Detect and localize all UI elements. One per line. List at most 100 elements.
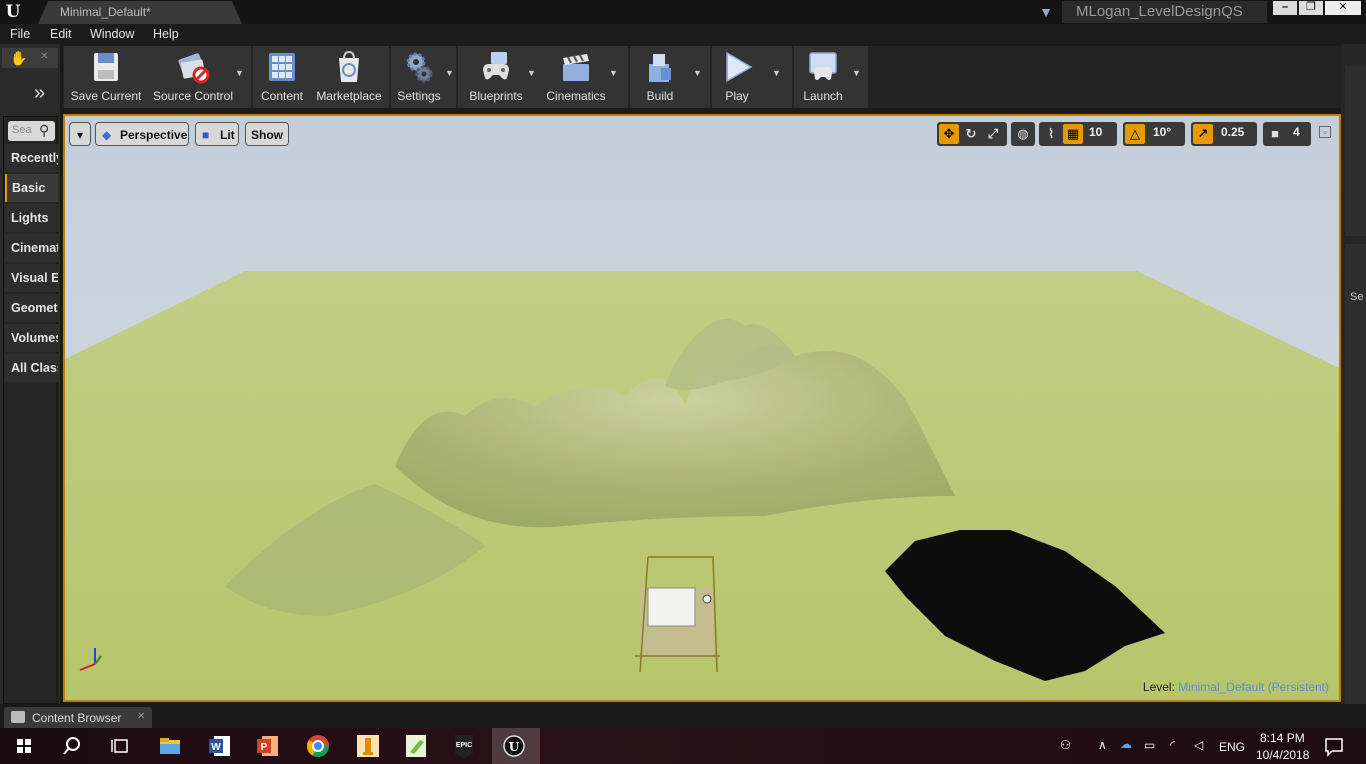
viewport-menu-button[interactable]: ▾ [69, 122, 91, 146]
grid-snap-icon[interactable]: ▦ [1063, 124, 1083, 144]
modes-tab[interactable]: ✋ ✕ [2, 48, 58, 68]
search-input[interactable]: Sea ⚲ [8, 121, 55, 141]
gamepad-icon [483, 52, 509, 80]
translate-icon[interactable]: ✥ [939, 124, 959, 144]
unreal-engine-taskbar-icon[interactable]: U [492, 728, 540, 764]
expand-chevron-icon[interactable]: » [34, 82, 45, 105]
world-outliner-panel[interactable] [1345, 66, 1366, 236]
surface-snap-icon[interactable]: ⌇ [1041, 124, 1061, 144]
blueprints-button[interactable]: Blueprints [460, 46, 532, 108]
blueprints-dropdown-icon[interactable]: ▼ [527, 68, 536, 78]
play-button[interactable]: Play [712, 46, 762, 108]
content-browser-label: Content Browser [32, 711, 122, 725]
source-control-button[interactable]: Source Control [148, 46, 238, 108]
category-recently-placed[interactable]: Recently [5, 144, 58, 172]
rotate-icon[interactable]: ↻ [961, 124, 981, 144]
graduation-cap-icon: ▼ [1039, 4, 1053, 20]
save-current-button[interactable]: Save Current [66, 46, 146, 108]
file-explorer-icon[interactable] [156, 732, 184, 760]
powerpoint-icon[interactable]: P [254, 732, 282, 760]
lit-button[interactable]: ■ Lit [195, 122, 239, 146]
category-visual-effects[interactable]: Visual Ef [5, 264, 58, 292]
details-panel[interactable] [1345, 244, 1366, 704]
camera-speed-control[interactable]: ■ 4 [1263, 122, 1311, 146]
epic-games-icon[interactable]: EPIC [450, 732, 478, 760]
task-view-icon[interactable] [106, 732, 134, 760]
level-viewport[interactable]: ▾ ◆ Perspective ■ Lit Show ✥ ↻ ⤢ ◍ ⌇ ▦ 1… [63, 114, 1341, 702]
toolbar-group-content: Content Marketplace [253, 46, 389, 108]
scale-icon[interactable]: ⤢ [983, 124, 1003, 144]
close-icon[interactable]: ✕ [137, 711, 145, 722]
maximize-viewport-icon[interactable]: ▫ [1319, 126, 1331, 138]
build-button[interactable]: Build [630, 46, 690, 108]
close-icon[interactable]: ✕ [40, 51, 48, 62]
search-icon[interactable]: ⚲ [39, 122, 49, 139]
category-all-classes[interactable]: All Class [5, 354, 58, 382]
globe-icon: ◍ [1017, 126, 1029, 141]
windows-start-icon[interactable] [10, 732, 38, 760]
svg-text:EPIC: EPIC [456, 742, 472, 749]
content-button[interactable]: Content [255, 46, 309, 108]
show-button[interactable]: Show [245, 122, 289, 146]
rotation-snap-value: 10° [1153, 125, 1172, 139]
wifi-icon[interactable]: ◜ [1170, 738, 1175, 752]
minimize-button[interactable]: – [1273, 1, 1297, 15]
source-control-label: Source Control [152, 89, 234, 103]
document-tab[interactable]: Minimal_Default* [38, 1, 242, 24]
perspective-button[interactable]: ◆ Perspective [95, 122, 189, 146]
svg-text:P: P [261, 742, 268, 753]
menu-window[interactable]: Window [90, 27, 134, 41]
category-basic[interactable]: Basic [5, 174, 58, 202]
save-current-label: Save Current [70, 89, 142, 103]
title-bar: U Minimal_Default* ▼ MLogan_LevelDesignQ… [0, 0, 1366, 24]
clock-time[interactable]: 8:14 PM [1260, 731, 1305, 745]
launch-button[interactable]: Launch [794, 46, 852, 108]
category-geometry[interactable]: Geomet [5, 294, 58, 322]
maximize-button[interactable]: ❐ [1299, 1, 1323, 15]
people-icon[interactable]: ⚇ [1060, 738, 1071, 752]
onedrive-icon[interactable]: ☁ [1120, 737, 1132, 751]
menu-edit[interactable]: Edit [50, 27, 72, 41]
svg-text:W: W [211, 742, 221, 753]
instructor-app-icon[interactable] [354, 732, 382, 760]
clock-date[interactable]: 10/4/2018 [1256, 748, 1309, 762]
rotation-snap-icon[interactable]: △ [1125, 124, 1145, 144]
chrome-icon[interactable] [304, 732, 332, 760]
cinematics-dropdown-icon[interactable]: ▼ [609, 68, 618, 78]
marketplace-button[interactable]: Marketplace [311, 46, 387, 108]
settings-dropdown-icon[interactable]: ▼ [445, 68, 454, 78]
scale-snap-control[interactable]: ↗ 0.25 [1191, 122, 1257, 146]
search-icon[interactable] [58, 732, 86, 760]
volume-icon[interactable]: ◁ [1194, 738, 1203, 752]
launch-monitor-icon [809, 52, 837, 80]
build-dropdown-icon[interactable]: ▼ [693, 68, 702, 78]
cinematics-button[interactable]: Cinematics [542, 46, 610, 108]
save-icon [94, 53, 118, 81]
menu-help[interactable]: Help [153, 27, 179, 41]
source-control-dropdown-icon[interactable]: ▼ [235, 68, 244, 78]
category-lights[interactable]: Lights [5, 204, 58, 232]
settings-button[interactable]: Settings [391, 46, 447, 108]
word-icon[interactable]: W [206, 732, 234, 760]
scale-snap-icon[interactable]: ↗ [1193, 124, 1213, 144]
scale-snap-value: 0.25 [1221, 125, 1245, 139]
close-button[interactable]: ✕ [1325, 1, 1361, 15]
play-label: Play [725, 89, 749, 103]
rotation-snap-control[interactable]: △ 10° [1123, 122, 1185, 146]
language-indicator[interactable]: ENG [1219, 740, 1245, 754]
toolbar-group-blueprints: Blueprints ▼ Cinematics ▼ [458, 46, 628, 108]
category-cinematic[interactable]: Cinemat [5, 234, 58, 262]
category-volumes[interactable]: Volumes [5, 324, 58, 352]
notepad-plus-icon[interactable] [402, 732, 430, 760]
play-dropdown-icon[interactable]: ▼ [772, 68, 781, 78]
content-browser-tab[interactable]: Content Browser ✕ [4, 707, 152, 728]
menu-file[interactable]: File [10, 27, 30, 41]
world-local-toggle[interactable]: ◍ [1011, 122, 1035, 146]
battery-icon[interactable]: ▭ [1144, 738, 1155, 752]
scene-render[interactable] [65, 116, 1339, 700]
action-center-icon[interactable] [1320, 732, 1348, 760]
launch-dropdown-icon[interactable]: ▼ [852, 68, 861, 78]
spawn-box [647, 587, 696, 627]
chevron-up-icon[interactable]: ∧ [1098, 738, 1107, 752]
grid-snap-control[interactable]: ⌇ ▦ 10 [1039, 122, 1117, 146]
